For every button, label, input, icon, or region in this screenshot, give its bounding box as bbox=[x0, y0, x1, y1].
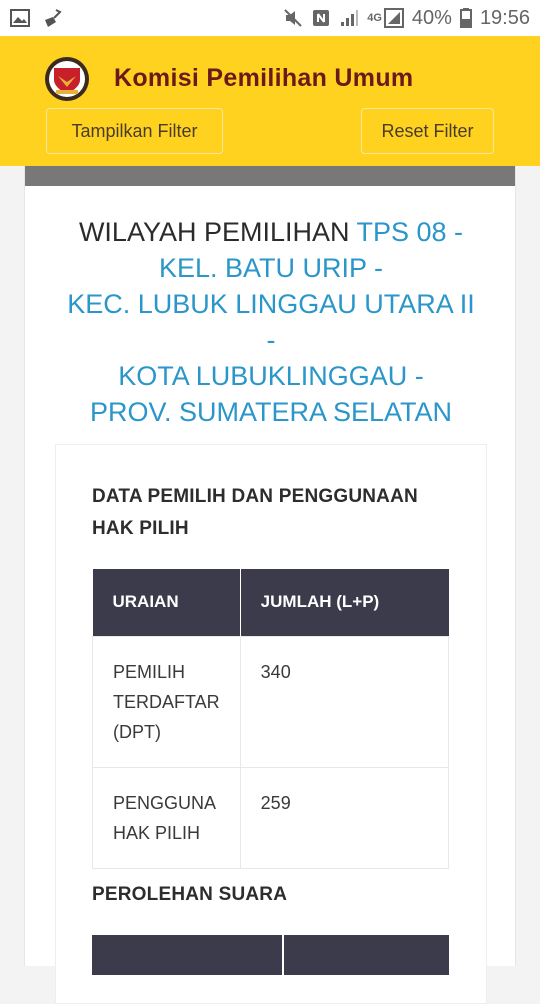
voter-table: URAIAN JUMLAH (L+P) PEMILIH TERDAFTAR (D… bbox=[92, 569, 450, 869]
column-header-jumlah: JUMLAH (L+P) bbox=[240, 569, 449, 636]
kpu-logo-icon bbox=[44, 56, 90, 102]
broom-icon bbox=[42, 8, 62, 28]
app-title: Komisi Pemilihan Umum bbox=[114, 64, 414, 92]
row-label-dpt: PEMILIH TERDAFTAR (DPT) bbox=[92, 635, 241, 768]
voter-section-title: DATA PEMILIH DAN PENGGUNAAN HAK PILIH bbox=[92, 486, 418, 539]
column-divider bbox=[282, 935, 284, 975]
column-header-uraian: URAIAN bbox=[92, 569, 241, 636]
row-value-pengguna: 259 bbox=[239, 766, 450, 869]
region-kelurahan[interactable]: KEL. BATU URIP - bbox=[25, 250, 517, 286]
battery-icon bbox=[459, 8, 472, 28]
row-value-dpt: 340 bbox=[239, 635, 450, 768]
region-kota[interactable]: KOTA LUBUKLINGGAU - bbox=[25, 358, 517, 394]
content-card: WILAYAH PEMILIHAN TPS 08 - KEL. BATU URI… bbox=[24, 166, 517, 1004]
votes-section-title: PEROLEHAN SUARA bbox=[92, 884, 288, 905]
table-header-row: URAIAN JUMLAH (L+P) bbox=[92, 569, 449, 636]
nfc-icon bbox=[311, 8, 331, 28]
signal-icon bbox=[339, 8, 359, 28]
battery-percent: 40% bbox=[411, 6, 452, 29]
show-filter-button[interactable]: Tampilkan Filter bbox=[46, 108, 223, 154]
region-heading: WILAYAH PEMILIHAN TPS 08 - KEL. BATU URI… bbox=[25, 214, 517, 430]
status-bar: 4G 40% 19:56 bbox=[0, 0, 540, 36]
data-panel: DATA PEMILIH DAN PENGGUNAAN HAK PILIH UR… bbox=[55, 444, 487, 1004]
clock: 19:56 bbox=[479, 6, 530, 29]
reset-filter-button[interactable]: Reset Filter bbox=[361, 108, 494, 154]
table-row: PENGGUNA HAK PILIH 259 bbox=[92, 766, 450, 869]
region-label: WILAYAH PEMILIHAN bbox=[78, 217, 350, 247]
card-top-bar bbox=[25, 166, 515, 186]
votes-table-header bbox=[92, 935, 449, 975]
lte-signal-icon: 4G bbox=[367, 8, 404, 28]
image-icon bbox=[10, 9, 30, 27]
region-separator: - bbox=[266, 325, 276, 355]
region-provinsi[interactable]: PROV. SUMATERA SELATAN bbox=[25, 394, 517, 430]
table-row: PEMILIH TERDAFTAR (DPT) 340 bbox=[92, 635, 450, 768]
region-tps[interactable]: TPS 08 - bbox=[357, 217, 464, 247]
region-kecamatan[interactable]: KEC. LUBUK LINGGAU UTARA II bbox=[25, 286, 517, 322]
row-label-pengguna: PENGGUNA HAK PILIH bbox=[92, 766, 241, 869]
app-header: Komisi Pemilihan Umum Tampilkan Filter R… bbox=[0, 36, 540, 166]
mute-icon bbox=[283, 8, 303, 28]
